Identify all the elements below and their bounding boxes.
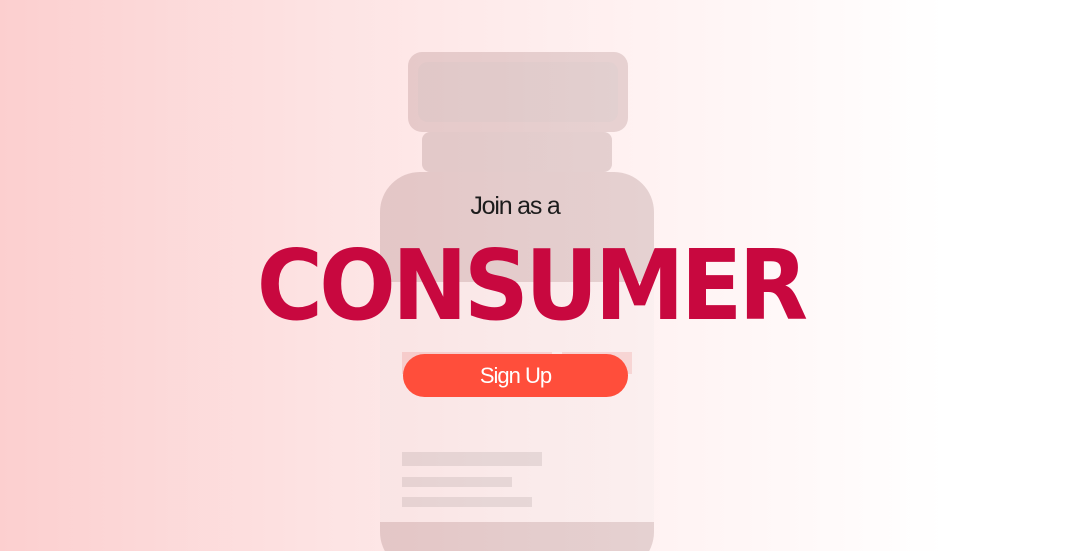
- consumer-headline: CONSUMER: [256, 229, 808, 342]
- join-as-label: Join as a: [470, 192, 560, 220]
- sign-up-button[interactable]: Sign Up: [403, 354, 628, 397]
- consumer-signup-banner: Join as a CONSUMER Sign Up: [0, 0, 1074, 551]
